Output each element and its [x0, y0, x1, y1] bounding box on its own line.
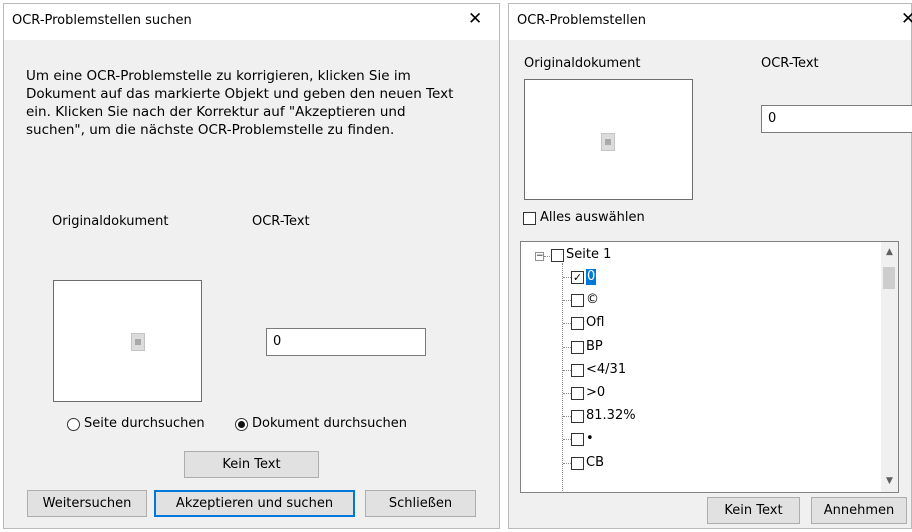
- select-all-checkbox[interactable]: [523, 212, 536, 225]
- no-text-button[interactable]: Kein Text: [707, 497, 800, 524]
- tree-connector: [563, 416, 571, 418]
- tree-item-label[interactable]: 0: [586, 269, 597, 285]
- tree-connector: [563, 300, 571, 302]
- title-bar: OCR-Problemstellen ✕: [509, 4, 912, 40]
- page-node-label[interactable]: Seite 1: [566, 247, 611, 263]
- tree-connector: [544, 256, 550, 257]
- accept-button[interactable]: Annehmen: [811, 497, 907, 524]
- tree-connector: [563, 393, 571, 394]
- item-checkbox[interactable]: ✓: [571, 271, 584, 284]
- instruction-line: ein. Klicken Sie nach der Korrektur auf …: [26, 104, 406, 120]
- close-icon[interactable]: ✕: [901, 11, 912, 28]
- tree-connector: [563, 462, 571, 464]
- ocr-region-thumbnail: [131, 333, 145, 351]
- ocr-text-label: OCR-Text: [761, 56, 819, 71]
- tree-connector: [563, 277, 571, 278]
- minus-icon[interactable]: −: [535, 252, 544, 261]
- original-document-preview: [53, 280, 202, 402]
- no-text-button[interactable]: Kein Text: [184, 451, 319, 478]
- dialog-title: OCR-Problemstellen suchen: [12, 13, 192, 28]
- find-next-button[interactable]: Weitersuchen: [27, 490, 147, 517]
- item-checkbox[interactable]: [571, 363, 584, 377]
- chevron-down-icon[interactable]: ▼: [881, 473, 898, 490]
- tree-scrollbar[interactable]: ▲ ▼: [881, 242, 898, 492]
- tree-item-label[interactable]: BP: [586, 339, 603, 355]
- item-checkbox[interactable]: [571, 410, 584, 424]
- tree-connector: [563, 346, 571, 348]
- tree-connector: [563, 439, 571, 441]
- original-document-label: Originaldokument: [52, 214, 169, 229]
- tree-item-label[interactable]: CB: [586, 455, 604, 471]
- tree-item-label[interactable]: <4/31: [586, 362, 626, 378]
- item-checkbox[interactable]: [571, 433, 584, 447]
- tree-connector: [563, 369, 571, 371]
- ocr-text-label: OCR-Text: [252, 214, 310, 229]
- chevron-up-icon[interactable]: ▲: [881, 244, 898, 261]
- dialog-title: OCR-Problemstellen: [517, 13, 646, 28]
- item-checkbox[interactable]: [571, 456, 584, 470]
- tree-connector: [562, 263, 563, 492]
- ocr-problems-tree[interactable]: − Seite 1 ✓ 0 © Ofl BP <4/31 >0 81.32% • CB ▲ ▼: [520, 241, 899, 493]
- original-document-label: Originaldokument: [524, 56, 641, 71]
- search-page-radio[interactable]: [67, 418, 80, 431]
- instruction-line: suchen", um die nächste OCR-Problemstell…: [26, 122, 395, 138]
- ocr-region-thumbnail: [601, 133, 615, 151]
- ocr-text-input[interactable]: 0: [761, 105, 912, 133]
- scrollbar-thumb[interactable]: [883, 267, 895, 289]
- original-document-preview: [524, 79, 693, 200]
- search-page-label[interactable]: Seite durchsuchen: [84, 416, 205, 431]
- search-document-radio[interactable]: [235, 418, 248, 431]
- instructions-text: Um eine OCR-Problemstelle zu korrigieren…: [26, 67, 491, 139]
- instruction-line: Dokument auf das markierte Objekt und ge…: [26, 86, 454, 102]
- item-checkbox[interactable]: [571, 317, 584, 331]
- tree-item-label[interactable]: >0: [586, 385, 605, 401]
- search-document-label[interactable]: Dokument durchsuchen: [252, 416, 407, 431]
- title-bar: OCR-Problemstellen suchen ✕: [4, 4, 499, 40]
- ocr-find-dialog: OCR-Problemstellen suchen ✕ Um eine OCR-…: [3, 3, 500, 529]
- item-checkbox[interactable]: [571, 340, 584, 354]
- tree-connector: [563, 323, 571, 325]
- ocr-text-input[interactable]: 0: [266, 328, 426, 356]
- item-checkbox[interactable]: [571, 387, 584, 400]
- accept-and-search-button[interactable]: Akzeptieren und suchen: [154, 490, 355, 517]
- instruction-line: Um eine OCR-Problemstelle zu korrigieren…: [26, 68, 411, 84]
- item-checkbox[interactable]: [571, 294, 584, 308]
- select-all-label[interactable]: Alles auswählen: [540, 210, 645, 225]
- ocr-problems-dialog: OCR-Problemstellen ✕ Originaldokument OC…: [508, 3, 912, 529]
- tree-item-label[interactable]: ©: [586, 292, 599, 308]
- close-icon[interactable]: ✕: [468, 11, 482, 28]
- tree-item-label[interactable]: 81.32%: [586, 408, 636, 424]
- page-checkbox[interactable]: [551, 249, 564, 262]
- tree-item-label[interactable]: Ofl: [586, 315, 604, 331]
- check-icon: ✓: [572, 271, 583, 284]
- close-button[interactable]: Schließen: [365, 490, 476, 517]
- tree-item-label[interactable]: •: [586, 431, 594, 447]
